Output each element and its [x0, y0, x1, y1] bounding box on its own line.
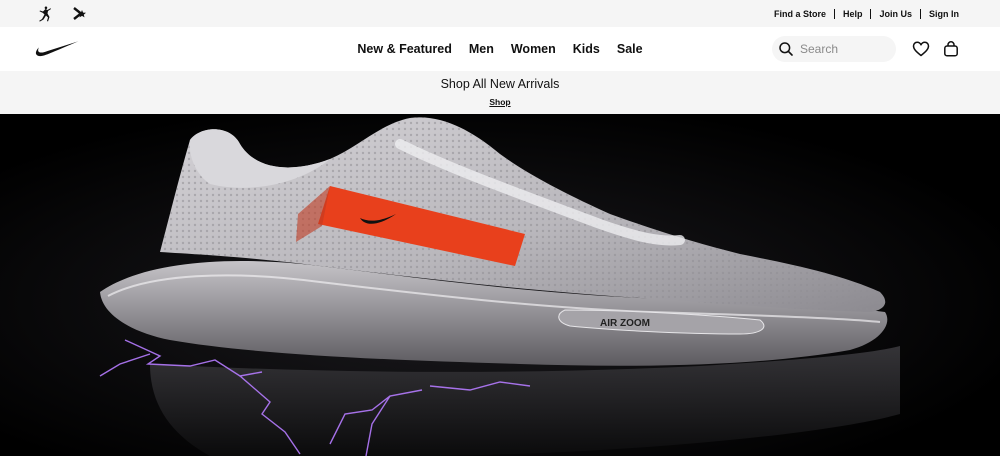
heart-icon[interactable]	[912, 40, 930, 58]
sign-in-link[interactable]: Sign In	[929, 9, 959, 19]
search-icon[interactable]	[778, 41, 794, 57]
search-box[interactable]	[772, 36, 896, 62]
divider	[920, 8, 921, 19]
menu-item-women[interactable]: Women	[511, 42, 556, 56]
help-link[interactable]: Help	[843, 9, 863, 19]
main-navigation: New & Featured Men Women Kids Sale	[0, 27, 1000, 71]
primary-menu: New & Featured Men Women Kids Sale	[350, 27, 650, 71]
join-us-link[interactable]: Join Us	[879, 9, 912, 19]
promo-shop-link[interactable]: Shop	[0, 97, 1000, 107]
menu-item-sale[interactable]: Sale	[617, 42, 643, 56]
jordan-jumpman-icon[interactable]	[36, 5, 54, 22]
converse-star-chevron-icon[interactable]	[71, 5, 89, 22]
menu-item-kids[interactable]: Kids	[573, 42, 600, 56]
bag-icon[interactable]	[942, 40, 960, 58]
hero-shoe-image: AIR ZOOM	[0, 114, 1000, 456]
find-a-store-link[interactable]: Find a Store	[774, 9, 826, 19]
nike-swoosh-logo[interactable]	[35, 40, 79, 58]
search-input[interactable]	[800, 42, 890, 56]
divider	[870, 8, 872, 19]
promo-title: Shop All New Arrivals	[440, 77, 560, 91]
utility-bar: Find a Store Help Join Us Sign In	[0, 0, 1000, 27]
utility-links: Find a Store Help Join Us Sign In	[774, 0, 959, 27]
divider	[833, 8, 835, 19]
menu-item-new-featured[interactable]: New & Featured	[357, 42, 451, 56]
hero-banner[interactable]: AIR ZOOM	[0, 114, 1000, 456]
promo-banner: Shop All New Arrivals Shop	[0, 71, 1000, 114]
menu-item-men[interactable]: Men	[469, 42, 494, 56]
air-zoom-text: AIR ZOOM	[600, 318, 650, 329]
